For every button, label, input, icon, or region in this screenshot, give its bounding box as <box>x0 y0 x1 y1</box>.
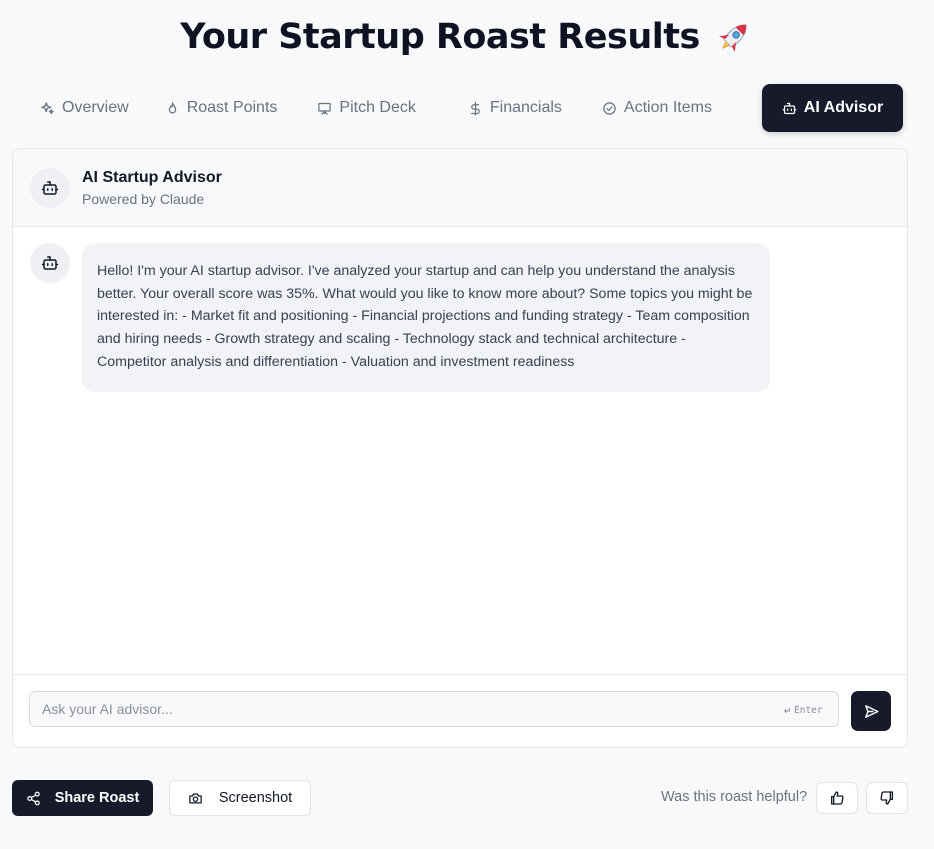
rocket-icon <box>714 17 754 57</box>
advisor-subtitle: Powered by Claude <box>82 190 205 207</box>
advisor-avatar <box>30 167 70 208</box>
screenshot-button[interactable]: Screenshot <box>169 780 311 816</box>
tab-label: AI Advisor <box>803 99 884 116</box>
chat-message: Hello! I'm your AI startup advisor. I've… <box>30 243 770 392</box>
message-bubble: Hello! I'm your AI startup advisor. I've… <box>82 243 770 392</box>
send-button[interactable] <box>851 691 891 731</box>
enter-hint: Enter <box>783 705 823 716</box>
advisor-panel: AI Startup Advisor Powered by Claude Hel… <box>12 148 908 748</box>
advisor-title: AI Startup Advisor <box>82 168 222 186</box>
tab-roast-points[interactable]: Roast Points <box>149 84 294 132</box>
thumbs-up-button[interactable] <box>816 782 858 814</box>
tab-ai-advisor[interactable]: AI Advisor <box>762 84 903 132</box>
screenshot-label: Screenshot <box>218 790 293 806</box>
flame-icon <box>168 101 176 113</box>
share-roast-button[interactable]: Share Roast <box>12 780 153 816</box>
bot-icon <box>41 180 59 195</box>
tab-action-items[interactable]: Action Items <box>586 84 728 132</box>
tab-label: Financials <box>489 99 562 116</box>
bot-icon <box>41 256 59 270</box>
page-header: Your Startup Roast Results <box>0 12 934 62</box>
tab-label: Pitch Deck <box>339 99 416 116</box>
check-circle-icon <box>603 101 616 115</box>
camera-icon <box>189 793 202 803</box>
chat-input[interactable] <box>29 691 839 727</box>
tab-pitch-deck[interactable]: Pitch Deck <box>301 84 431 132</box>
page-title: Your Startup Roast Results <box>180 17 700 57</box>
tab-overview[interactable]: Overview <box>24 84 145 132</box>
share-icon <box>26 791 40 805</box>
thumbs-down-button[interactable] <box>866 782 908 814</box>
advisor-header: AI Startup Advisor Powered by Claude <box>13 149 907 227</box>
tab-label: Overview <box>62 99 129 116</box>
message-avatar <box>30 243 70 283</box>
tab-financials[interactable]: Financials <box>452 84 578 132</box>
share-roast-label: Share Roast <box>54 790 140 806</box>
thumbs-up-icon <box>831 791 844 805</box>
dollar-icon <box>471 101 480 115</box>
sparkles-icon <box>41 101 54 114</box>
thumbs-down-icon <box>880 791 893 805</box>
chat-input-area: Enter <box>13 674 907 747</box>
helpful-question: Was this roast helpful? <box>661 789 808 805</box>
enter-hint-label: Enter <box>794 705 823 716</box>
presentation-icon <box>318 102 332 115</box>
tab-label: Action Items <box>623 99 712 116</box>
enter-key-icon <box>783 707 790 713</box>
bot-icon <box>782 102 797 114</box>
tab-label: Roast Points <box>186 99 278 116</box>
results-tabs: Overview Roast Points Pitch Deck Financi… <box>24 84 904 132</box>
send-icon <box>864 704 879 718</box>
